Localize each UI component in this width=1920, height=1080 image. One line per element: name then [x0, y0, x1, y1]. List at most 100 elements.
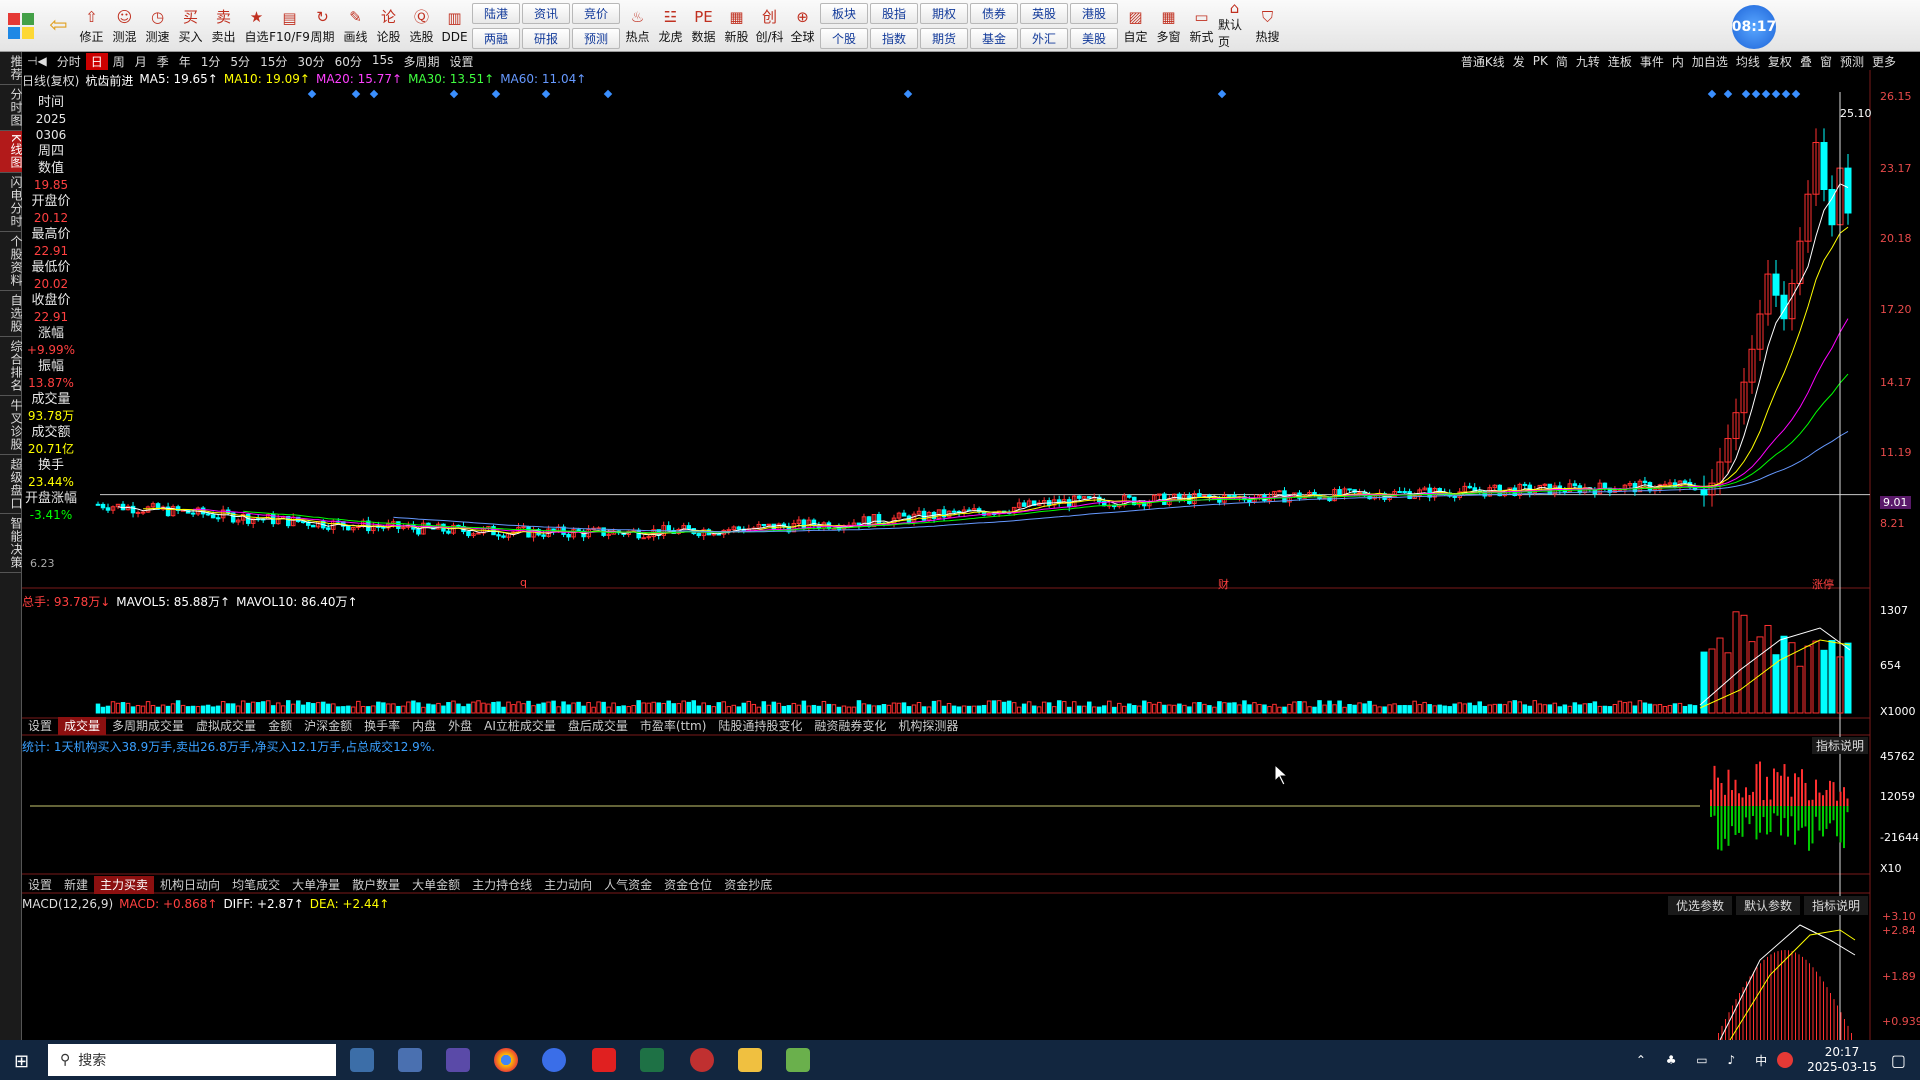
volume-bar — [741, 702, 747, 714]
volume-tab[interactable]: 成交量 — [58, 717, 107, 735]
volume-bar — [1597, 705, 1603, 714]
volume-tab[interactable]: 机构探测器 — [892, 717, 964, 735]
institution-buy-bar — [1815, 779, 1817, 806]
capital-tab[interactable]: 均笔成交 — [226, 876, 286, 894]
volume-tab[interactable]: 陆股通持股变化 — [712, 717, 808, 735]
volume-bar — [471, 701, 476, 714]
candle-body — [801, 519, 807, 529]
volume-bar — [255, 702, 261, 714]
volume-tab[interactable]: AI立桩成交量 — [478, 717, 562, 735]
volume-bar — [1542, 704, 1548, 714]
capital-tab[interactable]: 大单金额 — [406, 876, 466, 894]
volume-bar — [716, 702, 722, 714]
volume-bar — [1637, 700, 1643, 714]
browser-app-icon[interactable] — [542, 1048, 566, 1072]
trading-app-icon[interactable] — [690, 1048, 714, 1072]
mouse-cursor-icon — [1274, 763, 1289, 786]
volume-tab[interactable]: 外盘 — [442, 717, 478, 735]
volume-bar — [1061, 701, 1067, 714]
volume-bar — [1117, 702, 1122, 714]
volume-bar — [220, 701, 226, 714]
volume-tab[interactable]: 市盈率(ttm) — [634, 717, 712, 735]
capital-tab[interactable]: 资金仓位 — [658, 876, 718, 894]
volume-bar — [1672, 703, 1678, 714]
candle-body — [736, 526, 742, 530]
macd-name: MACD(12,26,9) — [22, 897, 114, 911]
institution-explain-button[interactable]: 指标说明 — [1812, 737, 1869, 754]
institution-buy-bar — [1825, 789, 1828, 806]
candle-body — [1127, 495, 1132, 498]
volume-tab[interactable]: 内盘 — [406, 717, 442, 735]
volume-bar — [1257, 703, 1262, 714]
chart-event-marker[interactable]: 财 — [1218, 576, 1229, 592]
windows-start-icon[interactable]: ⊞ — [14, 1051, 29, 1072]
volume-bar — [1172, 704, 1177, 714]
volume-tab[interactable]: 多周期成交量 — [106, 717, 190, 735]
volume-tab[interactable]: 设置 — [22, 717, 58, 735]
volume-bar — [185, 706, 191, 714]
event-marker — [903, 89, 913, 99]
capital-tab[interactable]: 设置 — [22, 876, 58, 894]
volume-tab[interactable]: 盘后成交量 — [562, 717, 634, 735]
game-app-icon[interactable] — [446, 1048, 470, 1072]
volume-bar — [956, 706, 962, 714]
event-marker — [1791, 89, 1801, 99]
volume-tab[interactable]: 换手率 — [358, 717, 406, 735]
calculator-app-icon[interactable] — [398, 1048, 422, 1072]
volume-bar — [1487, 704, 1492, 714]
capital-tab[interactable]: 大单净量 — [286, 876, 346, 894]
volume-bar — [351, 706, 356, 714]
stock-app-icon[interactable] — [592, 1048, 616, 1072]
capital-tab[interactable]: 主力持仓线 — [466, 876, 538, 894]
capital-tab[interactable]: 人气资金 — [598, 876, 658, 894]
institution-buy-bar — [1804, 782, 1807, 806]
macd-option-button[interactable]: 优选参数 — [1668, 896, 1733, 915]
taskbar-search[interactable]: ⚲ 搜索 — [48, 1044, 336, 1076]
capital-tab[interactable]: 资金抄底 — [718, 876, 778, 894]
excel-app-icon[interactable] — [640, 1048, 664, 1072]
volume-bar — [536, 703, 541, 714]
chart-event-marker[interactable]: q — [520, 576, 527, 589]
volume-bar — [706, 705, 712, 714]
macd-option-button[interactable]: 指标说明 — [1804, 896, 1869, 915]
weather-app-icon[interactable] — [350, 1048, 374, 1072]
volume-bar — [776, 702, 782, 714]
volume-bar — [976, 705, 982, 714]
volume-bar — [441, 705, 446, 714]
event-marker — [1761, 89, 1771, 99]
search-icon: ⚲ — [60, 1052, 71, 1068]
volume-bar — [451, 700, 456, 714]
info-label: 数值 — [37, 161, 64, 176]
capital-tab[interactable]: 机构日动向 — [154, 876, 226, 894]
tray-icons[interactable]: ⌃ ♣ ▭ ♪ — [1636, 1053, 1743, 1067]
capital-tab[interactable]: 主力买卖 — [94, 876, 155, 894]
input-language[interactable]: 中 — [1755, 1052, 1767, 1069]
volume-bar — [531, 705, 536, 714]
institution-buy-bar — [1829, 780, 1831, 806]
institution-sell-bar — [1801, 806, 1803, 828]
system-clock[interactable]: 20:17 2025-03-15 — [1807, 1045, 1877, 1075]
volume-bar — [621, 705, 626, 714]
notification-icon[interactable]: ▢ — [1891, 1051, 1906, 1070]
institution-sell-bar — [1752, 806, 1754, 816]
volume-bar — [841, 705, 847, 714]
volume-tab[interactable]: 虚拟成交量 — [190, 717, 262, 735]
input-method-icon[interactable] — [1777, 1052, 1794, 1068]
macd-option-button[interactable]: 默认参数 — [1736, 896, 1801, 915]
volume-tab[interactable]: 金额 — [262, 717, 298, 735]
volume-tab[interactable]: 融资融券变化 — [808, 717, 892, 735]
notepad-app-icon[interactable] — [786, 1048, 810, 1072]
chart-event-marker[interactable]: 涨停 — [1812, 576, 1834, 592]
capital-tab[interactable]: 散户数量 — [346, 876, 406, 894]
chrome-browser-icon[interactable] — [494, 1048, 518, 1072]
capital-tab[interactable]: 新建 — [58, 876, 94, 894]
volume-bar — [1157, 701, 1162, 714]
volume-tab[interactable]: 沪深金额 — [298, 717, 358, 735]
file-explorer-icon[interactable] — [738, 1048, 762, 1072]
volume-bar — [506, 701, 511, 714]
volume-bar — [756, 706, 762, 714]
volume-axis-label: X1000 — [1880, 705, 1916, 718]
volume-bar — [381, 702, 386, 714]
capital-tab[interactable]: 主力动向 — [538, 876, 598, 894]
volume-bar — [1740, 614, 1748, 714]
